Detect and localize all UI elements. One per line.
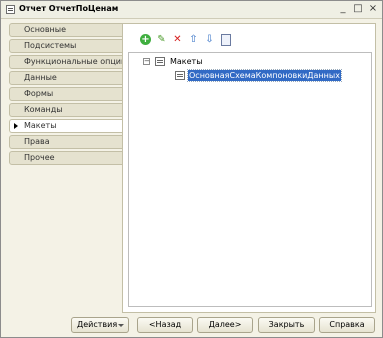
templates-folder-icon	[155, 57, 165, 66]
actions-label: Действия	[77, 320, 118, 329]
tree-node-label-selected[interactable]: ОсновнаяСхемаКомпоновкиДанных	[187, 69, 342, 82]
minimize-button[interactable]: _	[337, 3, 349, 15]
next-button[interactable]: Далее>	[197, 317, 253, 333]
tab-label: Основные	[24, 25, 67, 34]
tab-label: Данные	[24, 73, 57, 82]
tab-templates[interactable]: Макеты	[9, 119, 124, 133]
templates-tree[interactable]: − Макеты ОсновнаяСхемаКомпоновкиДанных	[128, 52, 372, 307]
dialog-footer: Действия <Назад Далее> Закрыть Справка	[1, 317, 382, 335]
tab-label: Команды	[24, 105, 63, 114]
chevron-down-icon	[118, 324, 124, 327]
tab-label: Формы	[24, 89, 54, 98]
edit-icon[interactable]: ✎	[155, 33, 168, 46]
tab-label: Макеты	[24, 121, 57, 130]
tab-label: Подсистемы	[24, 41, 77, 50]
close-window-button[interactable]: ×	[367, 3, 379, 15]
tab-forms[interactable]: Формы	[9, 87, 123, 101]
tab-rights[interactable]: Права	[9, 135, 123, 149]
maximize-button[interactable]: □	[352, 3, 364, 15]
tab-data[interactable]: Данные	[9, 71, 123, 85]
title-bar[interactable]: Отчет ОтчетПоЦенам _ □ ×	[1, 1, 382, 19]
move-up-icon[interactable]: ⇧	[187, 33, 200, 46]
add-icon: +	[140, 34, 151, 45]
active-tab-arrow-icon	[14, 123, 18, 129]
tab-label: Прочее	[24, 153, 55, 162]
tab-label: Права	[24, 137, 50, 146]
actions-button[interactable]: Действия	[71, 317, 129, 333]
collapse-icon[interactable]: −	[143, 58, 150, 65]
template-constructor-button[interactable]	[219, 33, 232, 46]
window-title: Отчет ОтчетПоЦенам	[19, 4, 119, 13]
delete-icon[interactable]: ✕	[171, 33, 184, 46]
close-button[interactable]: Закрыть	[258, 317, 315, 333]
tab-basic[interactable]: Основные	[9, 23, 123, 37]
report-editor-window: Отчет ОтчетПоЦенам _ □ × Основные Подсис…	[0, 0, 383, 338]
templates-panel: + ✎ ✕ ⇧ ⇩ − Макеты ОсновнаяСхемаКомпонов…	[122, 23, 376, 313]
tab-commands[interactable]: Команды	[9, 103, 123, 117]
document-icon	[221, 34, 231, 46]
section-tabs: Основные Подсистемы Функциональные опции…	[9, 23, 124, 167]
tab-other[interactable]: Прочее	[9, 151, 123, 165]
help-button[interactable]: Справка	[319, 317, 375, 333]
report-icon	[6, 5, 15, 14]
tab-label: Функциональные опции	[24, 57, 123, 66]
back-button[interactable]: <Назад	[137, 317, 193, 333]
tab-functional-options[interactable]: Функциональные опции	[9, 55, 123, 69]
add-template-button[interactable]: +	[139, 33, 152, 46]
template-icon	[175, 71, 185, 80]
tree-node-label: Макеты	[170, 57, 203, 66]
tab-subsystems[interactable]: Подсистемы	[9, 39, 123, 53]
move-down-icon[interactable]: ⇩	[203, 33, 216, 46]
